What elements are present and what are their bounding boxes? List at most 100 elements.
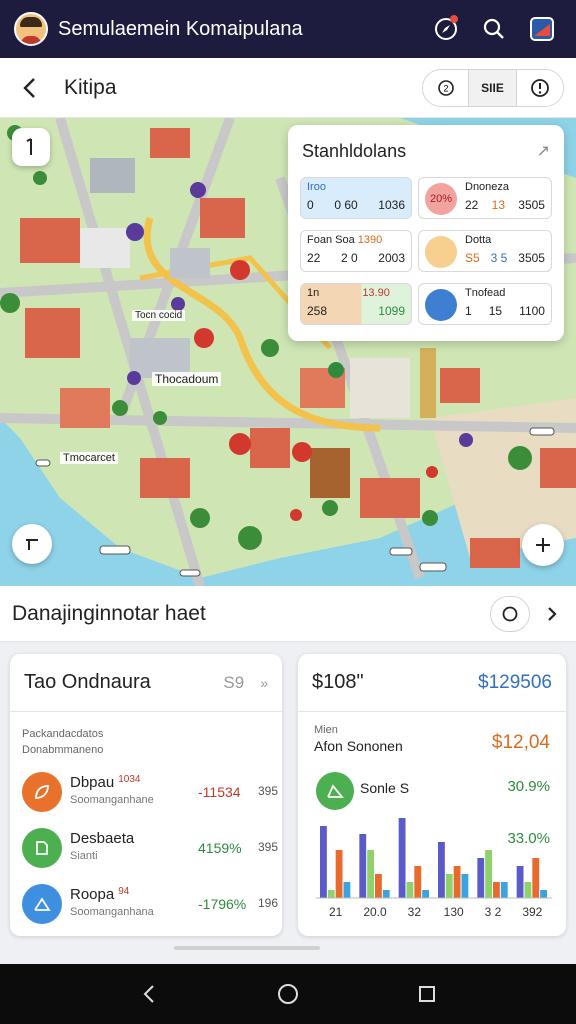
stat-tile-one[interactable]: Iroo 0 0 60 1036: [300, 177, 412, 219]
avatar[interactable]: [14, 12, 48, 46]
stat-tag: 1390: [357, 234, 383, 246]
page-title: Kitipa: [64, 75, 117, 99]
chart-bar: [461, 874, 469, 898]
legend-name: Sonle S: [360, 780, 410, 796]
card-subtitle: Packandacdatos: [22, 728, 104, 740]
stat-badge: 20%: [425, 183, 457, 215]
map-label-two: Thocadoum: [152, 372, 222, 386]
chart-bar: [327, 890, 335, 898]
stat-value: 3505: [518, 198, 545, 212]
summary-card-right[interactable]: $108" $129506 Mien Afon Sononen $12,04 S…: [298, 654, 566, 936]
list-item[interactable]: Dbpau 1034 Soomanganhane -11534 395: [22, 770, 278, 814]
document-icon: [22, 828, 62, 868]
chart-bar: [516, 866, 524, 898]
chart-bar: [422, 890, 429, 898]
svg-text:2: 2: [443, 83, 448, 93]
card-total-value: $129506: [478, 671, 552, 693]
chart-icon: [316, 772, 354, 810]
chart-bar: [485, 850, 492, 898]
chart-bar: [500, 882, 508, 898]
stat-tag: 13.90: [362, 287, 390, 299]
stat-value: 1036: [378, 198, 405, 212]
chart-tick-label: 21: [329, 905, 343, 919]
chart-bar: [367, 850, 374, 898]
chart-bar: [477, 858, 485, 898]
row-tag: 1034: [118, 774, 141, 785]
search-icon[interactable]: [474, 9, 514, 49]
card-title: $108": [312, 671, 364, 693]
row-value-secondary: 196: [258, 896, 279, 910]
scroll-indicator: [174, 946, 320, 950]
stat-label: Foan Soa: [307, 234, 355, 246]
row-subtitle: Soomanganhana: [70, 906, 154, 918]
row-name: Desbaeta: [70, 830, 135, 847]
stat-value: 1: [465, 304, 472, 318]
stat-tile-four[interactable]: Dotta S5 3 5 3505: [418, 230, 552, 272]
info-icon[interactable]: [517, 69, 563, 106]
stat-value: 2003: [378, 251, 405, 265]
stat-value: 2 0: [340, 251, 358, 265]
list-item[interactable]: Desbaeta Sianti 4159% 395: [22, 826, 278, 870]
row-tag: 94: [118, 886, 130, 897]
card-sub-label: Afon Sononen: [314, 738, 403, 754]
refresh-button[interactable]: [490, 595, 530, 632]
stat-label: Dnoneza: [465, 181, 510, 193]
chevron-right-icon[interactable]: [540, 605, 564, 623]
expand-icon[interactable]: ↗: [537, 141, 550, 161]
card-sub-top: Mien: [314, 724, 338, 736]
page-header: Kitipa 2 SIIE: [0, 58, 576, 118]
compass-icon[interactable]: [426, 9, 466, 49]
bar-chart: 21 20.0 32 130 3 2 392: [316, 818, 552, 919]
view-toggle-two[interactable]: SIIE: [469, 69, 517, 106]
profile-card-icon[interactable]: [522, 9, 562, 49]
chart-bar: [540, 890, 547, 898]
stat-value: 0 60: [334, 198, 358, 212]
view-toggle-one[interactable]: 2: [423, 69, 469, 106]
mountain-icon: [22, 884, 62, 924]
stat-tile-three[interactable]: Foan Soa 1390 22 2 0 2003: [300, 230, 412, 272]
chart-tick-label: 3 2: [485, 905, 502, 919]
chart-tick-label: 130: [444, 905, 464, 919]
nav-recents-icon[interactable]: [407, 974, 447, 1014]
row-subtitle: Sianti: [70, 850, 98, 862]
back-arrow-icon[interactable]: [12, 70, 48, 106]
compass-button[interactable]: [12, 128, 50, 166]
stat-tile-two[interactable]: 20% Dnoneza 22 13 3505: [418, 177, 552, 219]
fast-forward-icon[interactable]: »: [260, 675, 268, 691]
stat-badge-icon: [425, 236, 457, 268]
system-nav-bar: [0, 964, 576, 1024]
zoom-in-button[interactable]: [522, 524, 564, 566]
app-bar: Semulaemein Komaipulana: [0, 0, 576, 58]
row-subtitle: Soomanganhane: [70, 794, 154, 806]
section-title: Danajinginnotar haet: [12, 601, 206, 625]
card-subtitle: Donabmmaneno: [22, 744, 104, 756]
stat-value: 1100: [519, 304, 545, 318]
row-value: -11534: [198, 784, 241, 800]
stats-panel: Stanhldolans ↗ Iroo 0 0 60 1036 20% Dnonez…: [288, 125, 564, 341]
chart-bar: [375, 874, 382, 898]
chart-tick-label: 20.0: [363, 905, 387, 919]
summary-card-left[interactable]: Tao Ondnaura S9 » Packandacdatos Donabmm…: [10, 654, 282, 936]
nav-back-icon[interactable]: [129, 974, 169, 1014]
row-value-secondary: 395: [258, 840, 279, 854]
layers-button[interactable]: [12, 524, 52, 564]
chart-bar: [493, 882, 500, 898]
chart-tick-label: 32: [408, 905, 422, 919]
stats-title: Stanhldolans: [302, 141, 407, 161]
chart-tick-label: 392: [522, 905, 542, 919]
app-title: Semulaemein Komaipulana: [58, 17, 303, 40]
stat-tile-five[interactable]: 1n 13.90 258 1099: [300, 283, 412, 325]
chart-bar: [524, 882, 532, 898]
stat-tile-six[interactable]: Tnofead 1 15 1100: [418, 283, 552, 325]
row-value-secondary: 395: [258, 784, 279, 798]
chart-bar: [320, 826, 327, 898]
stat-label: Iroo: [307, 181, 326, 193]
stat-value: 15: [488, 304, 503, 318]
nav-home-icon[interactable]: [268, 974, 308, 1014]
list-item[interactable]: Roopa 94 Soomanganhana -1796% 196: [22, 882, 278, 926]
stat-value: 3 5: [490, 251, 508, 265]
stat-label: Dotta: [465, 234, 492, 246]
stat-value: 22: [307, 251, 321, 265]
stat-label: Tnofead: [465, 287, 506, 299]
row-name: Dbpau: [70, 774, 115, 791]
